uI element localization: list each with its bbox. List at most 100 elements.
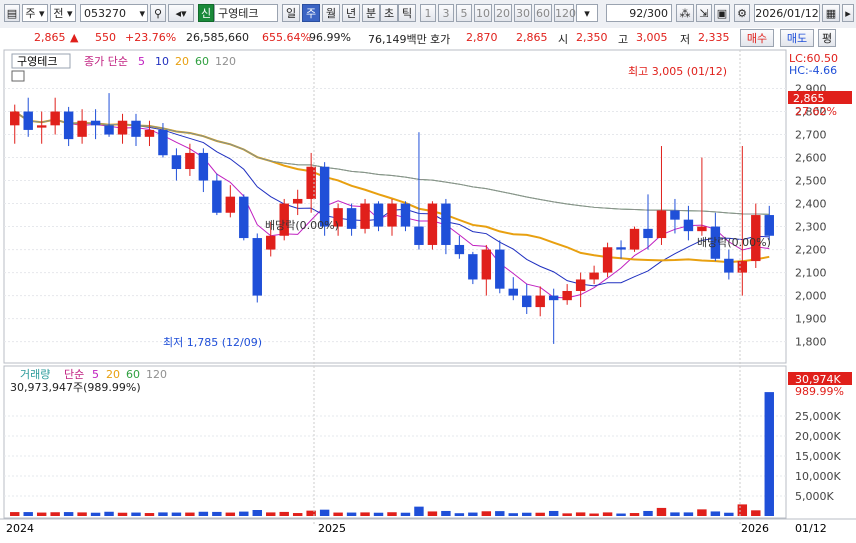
ask-label: 호가 bbox=[430, 33, 451, 46]
eval-button[interactable]: 평 bbox=[818, 29, 836, 47]
interval-120[interactable]: 120 bbox=[554, 4, 576, 22]
period-month[interactable]: 월 bbox=[322, 4, 340, 22]
chart-menu-icon[interactable]: ▤ bbox=[4, 4, 20, 22]
ma5-label: 5 bbox=[138, 55, 145, 68]
candle-body bbox=[764, 215, 774, 236]
code-input[interactable]: 053270 ▾ bbox=[80, 4, 148, 22]
sell-button[interactable]: 매도 bbox=[780, 29, 814, 47]
volume-current: 30,973,947주(989.99%) bbox=[10, 381, 141, 394]
interval-20[interactable]: 20 bbox=[494, 4, 512, 22]
candle-body bbox=[670, 210, 680, 220]
volume-title: 거래량 bbox=[20, 368, 50, 381]
x-label-2025: 2025 bbox=[318, 522, 346, 535]
count-total: /300 bbox=[643, 7, 668, 20]
interval-3[interactable]: 3 bbox=[438, 4, 454, 22]
volume-bar bbox=[10, 512, 20, 516]
volume-bar bbox=[441, 510, 451, 516]
candle-body bbox=[77, 120, 87, 137]
volume-tick-label: 20,000K bbox=[795, 430, 841, 443]
candle-body bbox=[414, 226, 424, 245]
volume-bar bbox=[643, 510, 653, 516]
volume-bar bbox=[764, 392, 774, 516]
count-field[interactable]: 92/300 bbox=[606, 4, 672, 22]
volume-bar bbox=[50, 512, 60, 516]
volume-bar bbox=[575, 512, 586, 516]
candle-body bbox=[63, 111, 74, 140]
volume-bar bbox=[495, 511, 505, 516]
vma60-label: 60 bbox=[126, 368, 140, 381]
buy-button[interactable]: 매수 bbox=[740, 29, 774, 47]
interval-30[interactable]: 30 bbox=[514, 4, 532, 22]
dividend-marker-1: 배당락(0.00%) bbox=[265, 219, 339, 232]
candle-body bbox=[292, 198, 303, 204]
volume-bar bbox=[454, 513, 465, 516]
interval-input[interactable]: ▾ bbox=[576, 4, 598, 22]
volume-value: 26,585,660 bbox=[186, 31, 249, 44]
high-price: 3,005 bbox=[636, 31, 668, 44]
candle-body bbox=[427, 203, 438, 245]
candle-body bbox=[643, 228, 653, 239]
candle-body bbox=[346, 208, 357, 229]
volume-bar bbox=[292, 513, 303, 516]
code-value: 053270 bbox=[84, 7, 126, 20]
volume-bar bbox=[360, 512, 370, 516]
interval-1[interactable]: 1 bbox=[420, 4, 436, 22]
volume-tick-label: 5,000K bbox=[795, 490, 834, 503]
candle-body bbox=[387, 203, 397, 227]
candle-body bbox=[737, 261, 748, 273]
candle-body bbox=[171, 155, 182, 170]
count-value: 92 bbox=[629, 7, 644, 20]
speaker-icon[interactable]: ◂▾ bbox=[168, 4, 194, 22]
interval-5[interactable]: 5 bbox=[456, 4, 472, 22]
search-icon[interactable]: ⚲ bbox=[150, 4, 166, 22]
period-minute[interactable]: 분 bbox=[362, 4, 380, 22]
add-indicator-icon[interactable]: ⁂ bbox=[676, 4, 694, 22]
candle-body bbox=[400, 203, 411, 227]
chart-area[interactable]: 1,800 1,900 2,000 2,100 2,200 2,300 2,400 2,500… bbox=[0, 48, 856, 543]
volume-bar bbox=[23, 512, 33, 516]
ma-title: 종가 단순 bbox=[84, 55, 128, 68]
last-pct-tag: 27.62% bbox=[795, 105, 837, 118]
price-tick-label: 2,700 bbox=[795, 129, 827, 142]
period-second[interactable]: 초 bbox=[380, 4, 398, 22]
more-icon[interactable]: ▸ bbox=[842, 4, 854, 22]
current-price: 2,865 bbox=[34, 31, 66, 44]
volume-pct: 655.64% bbox=[262, 31, 311, 44]
period-tick[interactable]: 틱 bbox=[398, 4, 416, 22]
jeon-select[interactable]: 전 ▾ bbox=[50, 4, 76, 22]
volume-bar bbox=[629, 513, 640, 516]
candle-body bbox=[131, 120, 141, 137]
low-label: 저 bbox=[680, 33, 691, 46]
period-week[interactable]: 주 bbox=[302, 4, 320, 22]
high-annotation: 최고 3,005 (01/12) bbox=[628, 65, 727, 78]
candle-body bbox=[252, 238, 262, 296]
calendar-icon[interactable]: ▦ bbox=[822, 4, 840, 22]
volume-tick-label: 15,000K bbox=[795, 450, 841, 463]
price-tick-label: 2,400 bbox=[795, 198, 827, 211]
stock-name-field[interactable]: 구영테크 bbox=[214, 4, 278, 22]
price-tick-label: 2,600 bbox=[795, 152, 827, 165]
last-price-tag: 2,865 bbox=[793, 92, 825, 105]
trend-icon[interactable]: ⇲ bbox=[696, 4, 712, 22]
volume-bar bbox=[319, 509, 330, 516]
interval-60[interactable]: 60 bbox=[534, 4, 552, 22]
period-year[interactable]: 년 bbox=[342, 4, 360, 22]
vma20-label: 20 bbox=[106, 368, 120, 381]
interval-10[interactable]: 10 bbox=[474, 4, 492, 22]
candle-body bbox=[198, 152, 209, 181]
volume-bar bbox=[710, 511, 721, 516]
x-label-right: 01/12 bbox=[795, 522, 827, 535]
price-tick-label: 2,100 bbox=[795, 267, 827, 280]
save-icon[interactable]: ▣ bbox=[714, 4, 730, 22]
open-label: 시 bbox=[558, 33, 569, 46]
volume-bar bbox=[737, 504, 748, 516]
vma120-label: 120 bbox=[146, 368, 167, 381]
date-field[interactable]: 2026/01/12 bbox=[754, 4, 820, 22]
period-day[interactable]: 일 bbox=[282, 4, 300, 22]
candle-body bbox=[104, 125, 114, 135]
candle-body bbox=[144, 129, 155, 137]
market-select[interactable]: 주 ▾ bbox=[22, 4, 48, 22]
volume-bar bbox=[427, 511, 438, 516]
gear-icon[interactable]: ⚙ bbox=[734, 4, 750, 22]
volume-bar bbox=[373, 512, 384, 516]
